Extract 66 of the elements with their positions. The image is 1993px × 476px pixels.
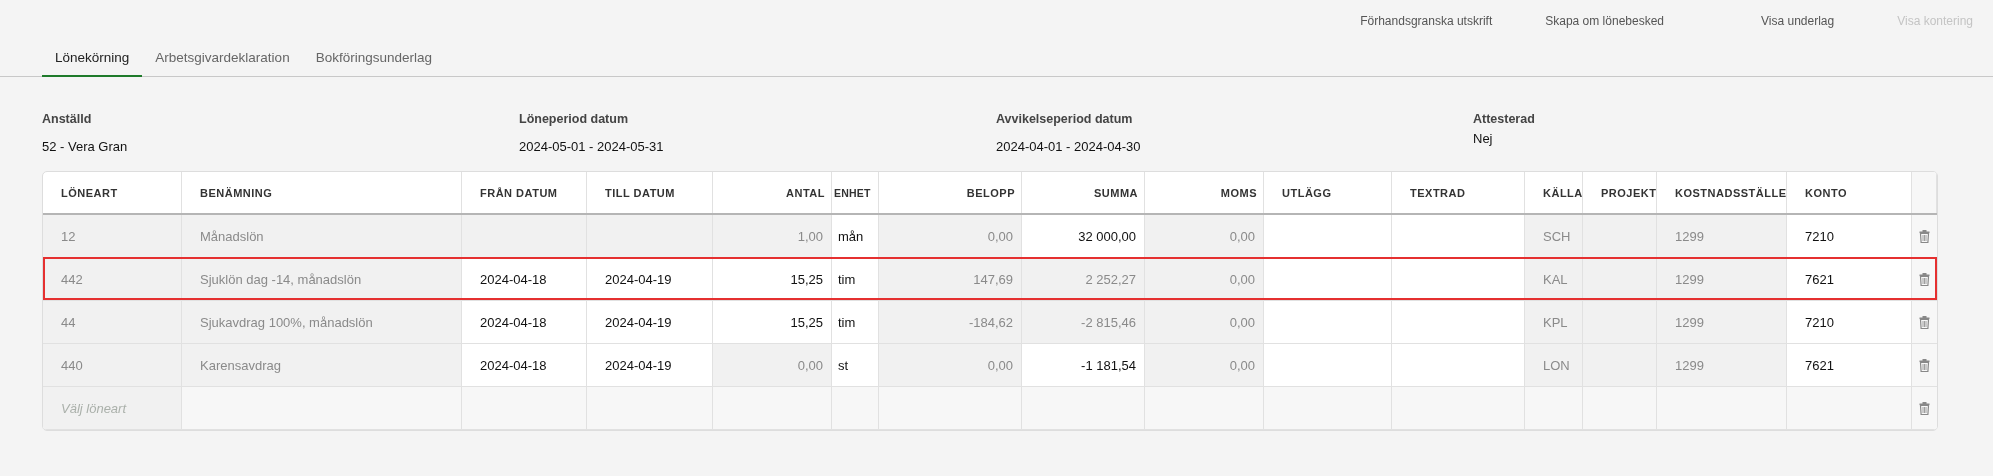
table-cell: KPL <box>1525 301 1583 343</box>
action-link[interactable]: Förhandsgranska utskrift <box>1360 14 1493 28</box>
tab[interactable]: Bokföringsunderlag <box>302 42 445 77</box>
table-cell: 1,00 <box>713 215 832 257</box>
table-cell: 0,00 <box>1145 258 1264 300</box>
field-label: Löneperiod datum <box>519 112 630 126</box>
table-cell: -184,62 <box>879 301 1022 343</box>
trash-icon[interactable] <box>1919 358 1930 372</box>
table-cell: 0,00 <box>1145 344 1264 386</box>
table-cell: 0,00 <box>713 344 832 386</box>
table-cell: Karensavdrag <box>182 344 462 386</box>
tab[interactable]: Lönekörning <box>42 42 143 77</box>
column-header: ENHET <box>832 172 879 213</box>
table-cell: 0,00 <box>879 344 1022 386</box>
table-cell: -2 815,46 <box>1022 301 1145 343</box>
table-cell: Månadslön <box>182 215 462 257</box>
column-header: BELOPP <box>879 172 1022 213</box>
table-cell: 1299 <box>1657 215 1787 257</box>
column-header: ANTAL <box>713 172 832 213</box>
table-cell: 2 252,27 <box>1022 258 1145 300</box>
table-cell: 440 <box>43 344 182 386</box>
trash-icon[interactable] <box>1919 272 1930 286</box>
table-cell: 0,00 <box>1145 215 1264 257</box>
field-label: Avvikelseperiod datum <box>996 112 1134 126</box>
table-cell: 44 <box>43 301 182 343</box>
field-label: Anställd <box>42 112 93 126</box>
wage-type-input[interactable]: Välj löneart <box>61 400 171 416</box>
column-header: KÄLLA <box>1525 172 1583 213</box>
column-header: LÖNEART <box>43 172 182 213</box>
column-header: TEXTRAD <box>1392 172 1525 213</box>
column-header: PROJEKT <box>1583 172 1657 213</box>
table-cell: 0,00 <box>879 215 1022 257</box>
field-value: 2024-05-01 - 2024-05-31 <box>519 139 665 154</box>
field-value: 2024-04-01 - 2024-04-30 <box>996 139 1142 154</box>
table-cell: LON <box>1525 344 1583 386</box>
table-cell: 1299 <box>1657 344 1787 386</box>
field-label: Attesterad <box>1473 112 1536 126</box>
tab[interactable]: Arbetsgivardeklaration <box>142 42 303 77</box>
table-row[interactable]: 440 Karensavdrag 2024-04-18 2024-04-19 0,00 st 0,00 -1 181,54 0,00 LON 1299 7621 <box>43 344 1937 387</box>
column-header: TILL DATUM <box>587 172 713 213</box>
field-value: 52 - Vera Gran <box>42 139 129 154</box>
table-cell: 1299 <box>1657 258 1787 300</box>
column-header: FRÅN DATUM <box>462 172 587 213</box>
action-link[interactable]: Skapa om lönebesked <box>1545 14 1664 28</box>
table-cell: SCH <box>1525 215 1583 257</box>
table-cell: 147,69 <box>879 258 1022 300</box>
wage-type-field[interactable]: Välj löneart <box>43 387 182 429</box>
action-link[interactable]: Visa underlag <box>1761 14 1835 28</box>
trash-icon[interactable] <box>1919 401 1930 415</box>
table-cell: Sjuklön dag -14, månadslön <box>182 258 462 300</box>
column-header: BENÄMNING <box>182 172 462 213</box>
table-cell: 0,00 <box>1145 301 1264 343</box>
trash-icon[interactable] <box>1919 229 1930 243</box>
table-cell: Sjukavdrag 100%, månadslön <box>182 301 462 343</box>
field-value: Nej <box>1473 131 1494 146</box>
table-cell: KAL <box>1525 258 1583 300</box>
table-row[interactable]: 12 Månadslön 1,00 mån 0,00 32 000,00 0,00 SCH 1299 7210 <box>43 215 1937 258</box>
table-cell: 12 <box>43 215 182 257</box>
column-header: UTLÄGG <box>1264 172 1392 213</box>
table-row[interactable]: 44 Sjukavdrag 100%, månadslön 2024-04-18 2024-04-19 15,25 tim -184,62 -2 815,46 0,00 KPL 1299 7210 <box>43 301 1937 344</box>
column-header: MOMS <box>1145 172 1264 213</box>
column-header: KOSTNADSSTÄLLE <box>1657 172 1787 213</box>
table-row[interactable]: 442 Sjuklön dag -14, månadslön 2024-04-18 2024-04-19 15,25 tim 147,69 2 252,27 0,00 KAL 1299 7621 <box>43 258 1937 301</box>
trash-icon[interactable] <box>1919 315 1930 329</box>
column-header: SUMMA <box>1022 172 1145 213</box>
table-cell: 1299 <box>1657 301 1787 343</box>
